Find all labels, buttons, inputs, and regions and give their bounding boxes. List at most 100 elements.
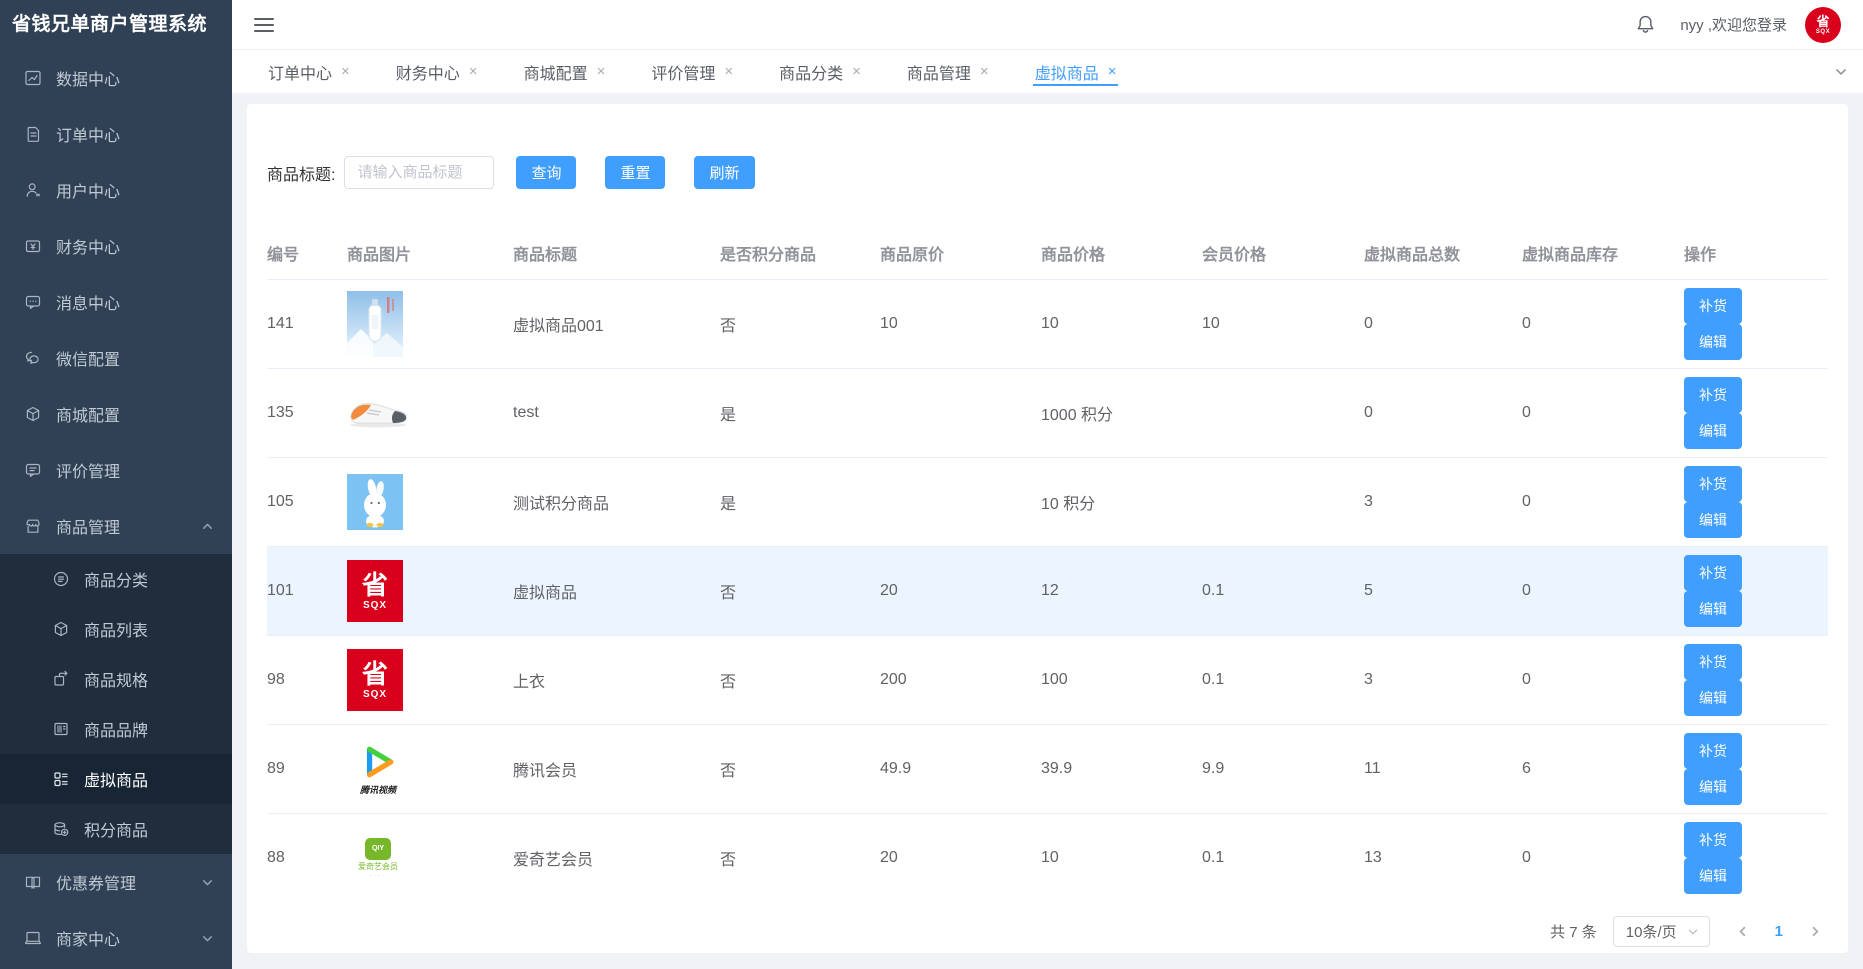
tab-product-management[interactable]: 商品管理 ×	[907, 50, 989, 93]
tab-mall-config[interactable]: 商城配置×	[524, 50, 606, 93]
cell-id: 88	[267, 814, 347, 903]
restock-button[interactable]: 补货	[1684, 555, 1742, 591]
close-icon[interactable]: ×	[1108, 64, 1117, 79]
edit-button[interactable]: 编辑	[1684, 858, 1742, 894]
sidebar-item-product-list[interactable]: 商品列表	[0, 604, 232, 654]
tab-product-category[interactable]: 商品分类×	[779, 50, 861, 93]
tab-review-management[interactable]: 评价管理 ×	[651, 50, 733, 93]
sidebar-item-product-brand[interactable]: 商品品牌	[0, 704, 232, 754]
avatar-logo-char: 省	[1816, 15, 1829, 28]
restock-button[interactable]: 补货	[1684, 822, 1742, 858]
sidebar-item-label: 用户中心	[56, 178, 120, 202]
tab-label: 虚拟商品	[1035, 60, 1099, 84]
tab-finance-center[interactable]: 财务中心 ×	[396, 50, 478, 93]
message-icon	[24, 293, 42, 311]
product-image-rabbit	[347, 474, 403, 530]
cell-is-points: 否	[720, 725, 880, 814]
sidebar-item-mall-config[interactable]: 商城配置	[0, 386, 232, 442]
edit-button[interactable]: 编辑	[1684, 413, 1742, 449]
sidebar-item-virtual-product[interactable]: 虚拟商品	[0, 754, 232, 804]
wechat-icon	[24, 349, 42, 367]
sidebar-nav: 数据中心订单中心用户中心财务中心消息中心微信配置商城配置评价管理商品管理商品分类…	[0, 50, 232, 966]
search-row: 商品标题: 查询 重置 刷新	[267, 156, 1828, 189]
close-icon[interactable]: ×	[980, 64, 989, 79]
restock-button[interactable]: 补货	[1684, 644, 1742, 680]
close-icon[interactable]: ×	[469, 64, 478, 79]
edit-button[interactable]: 编辑	[1684, 591, 1742, 627]
notification-bell-icon[interactable]	[1635, 14, 1656, 35]
cell-title: 爱奇艺会员	[513, 814, 720, 903]
restock-button[interactable]: 补货	[1684, 288, 1742, 324]
chevron-down-icon	[201, 876, 214, 889]
table-row: 105测试积分商品是10 积分30补货编辑	[267, 458, 1828, 547]
table-row: 98省SQX上衣否2001000.130补货编辑	[267, 636, 1828, 725]
order-icon	[24, 125, 42, 143]
sidebar-item-order-center[interactable]: 订单中心	[0, 106, 232, 162]
product-image-tencent: 腾讯视频	[347, 743, 409, 795]
sidebar-item-finance-center[interactable]: 财务中心	[0, 218, 232, 274]
cell-price: 100	[1041, 636, 1202, 725]
cell-member-price	[1202, 369, 1364, 458]
comment-icon	[24, 461, 42, 479]
category-icon	[52, 570, 70, 588]
table-row: 141虚拟商品001否10101000补货编辑	[267, 280, 1828, 369]
close-icon[interactable]: ×	[597, 64, 606, 79]
next-page-button[interactable]	[1809, 925, 1822, 938]
sidebar-item-label: 商家中心	[56, 926, 120, 950]
cube-icon	[52, 620, 70, 638]
sidebar-item-user-center[interactable]: 用户中心	[0, 162, 232, 218]
sidebar-item-review-management[interactable]: 评价管理	[0, 442, 232, 498]
cell-virtual-stock: 0	[1522, 814, 1684, 903]
cell-image: 腾讯视频	[347, 725, 513, 814]
cell-image	[347, 280, 513, 369]
sidebar-item-wechat-config[interactable]: 微信配置	[0, 330, 232, 386]
page-size-select[interactable]: 10条/页	[1613, 916, 1710, 947]
tab-label: 财务中心	[396, 60, 460, 84]
sidebar-toggle-button[interactable]	[254, 17, 274, 33]
content-card: 商品标题: 查询 重置 刷新 编号商品图片商品标题是否积分商品商品原价商品价格会…	[247, 104, 1848, 953]
cell-actions: 补货编辑	[1684, 814, 1828, 903]
tab-label: 评价管理	[651, 60, 715, 84]
avatar[interactable]: 省 SQX	[1805, 7, 1841, 43]
tab-order-center[interactable]: 订单中心×	[268, 50, 350, 93]
brand-icon	[52, 720, 70, 738]
sidebar-item-merchant-center[interactable]: 商家中心	[0, 910, 232, 966]
sidebar-item-points-product[interactable]: 积分商品	[0, 804, 232, 854]
sidebar-item-message-center[interactable]: 消息中心	[0, 274, 232, 330]
query-button[interactable]: 查询	[516, 156, 576, 189]
product-image-iqiyi: QIY爱奇艺会员····	[347, 838, 409, 879]
edit-button[interactable]: 编辑	[1684, 324, 1742, 360]
tabs-overflow-button[interactable]	[1819, 50, 1863, 93]
avatar-logo-sub: SQX	[1816, 29, 1830, 35]
sidebar-item-label: 消息中心	[56, 290, 120, 314]
close-icon[interactable]: ×	[724, 64, 733, 79]
cell-is-points: 否	[720, 814, 880, 903]
tab-label: 商品管理	[907, 60, 971, 84]
close-icon[interactable]: ×	[341, 64, 350, 79]
edit-button[interactable]: 编辑	[1684, 769, 1742, 805]
close-icon[interactable]: ×	[852, 64, 861, 79]
tab-virtual-product[interactable]: 虚拟商品 ×	[1035, 50, 1117, 93]
sidebar-item-label: 商品规格	[84, 667, 148, 691]
current-page[interactable]: 1	[1775, 923, 1783, 940]
sidebar-item-coupon-management[interactable]: 优惠券管理	[0, 854, 232, 910]
sidebar-item-data-center[interactable]: 数据中心	[0, 50, 232, 106]
search-input[interactable]	[344, 156, 494, 189]
edit-button[interactable]: 编辑	[1684, 680, 1742, 716]
column-header: 是否积分商品	[720, 231, 880, 280]
reset-button[interactable]: 重置	[605, 156, 665, 189]
prev-page-button[interactable]	[1736, 925, 1749, 938]
edit-button[interactable]: 编辑	[1684, 502, 1742, 538]
cell-image: 省SQX	[347, 547, 513, 636]
cell-id: 98	[267, 636, 347, 725]
product-image-sqx: 省SQX	[347, 649, 403, 711]
restock-button[interactable]: 补货	[1684, 377, 1742, 413]
sidebar-item-product-category[interactable]: 商品分类	[0, 554, 232, 604]
cell-price: 10	[1041, 280, 1202, 369]
restock-button[interactable]: 补货	[1684, 466, 1742, 502]
sidebar-item-product-spec[interactable]: 商品规格	[0, 654, 232, 704]
sidebar-item-label: 商品分类	[84, 567, 148, 591]
restock-button[interactable]: 补货	[1684, 733, 1742, 769]
refresh-button[interactable]: 刷新	[694, 156, 754, 189]
sidebar-item-product-management[interactable]: 商品管理	[0, 498, 232, 554]
